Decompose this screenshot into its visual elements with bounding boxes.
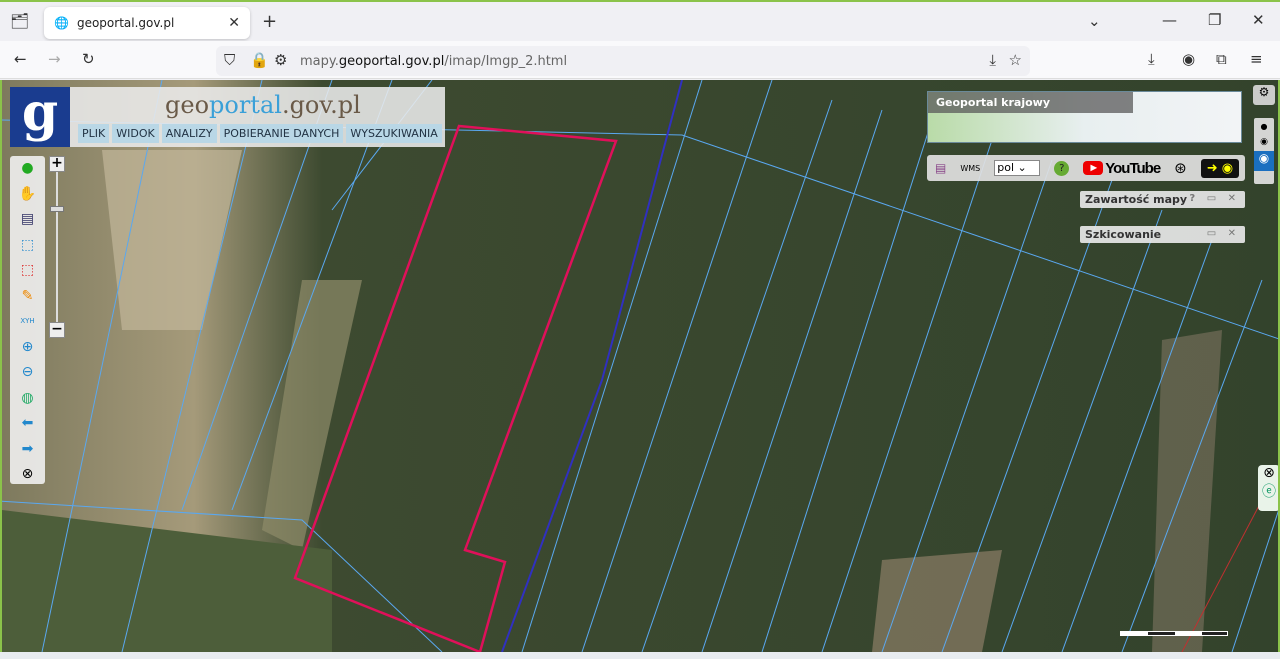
geoportal-header: g geoportal.gov.pl PLIK WIDOK ANALIZY PO… xyxy=(10,87,445,147)
tab-title: geoportal.gov.pl xyxy=(76,16,175,30)
url-domain: geoportal.gov.pl xyxy=(338,53,445,69)
zoom-out-icon[interactable]: ⊖ xyxy=(10,360,45,386)
menu-pobieranie-danych[interactable]: POBIERANIE DANYCH xyxy=(219,124,344,143)
top-toolbar: ▤ WMS pol ⌄ ? ▶ YouTube ⊛ ➜ ◉ xyxy=(927,155,1245,181)
close-circle-icon[interactable]: ⊗ xyxy=(1258,465,1278,481)
dot-icon[interactable]: ● xyxy=(1254,122,1274,131)
side-widget[interactable]: ⊗ ⓔ xyxy=(1258,465,1278,511)
url-prefix: mapy. xyxy=(300,53,339,69)
overview-map[interactable]: Geoportal krajowy xyxy=(927,91,1242,143)
url-bar[interactable]: ⛉ 🔒 ⚙ mapy. geoportal.gov.pl/imap/Imgp_2.… xyxy=(216,46,1030,76)
reload-icon[interactable]: ↻ xyxy=(82,50,95,68)
info-icon[interactable]: ● xyxy=(10,156,45,182)
overview-title: Geoportal krajowy xyxy=(928,92,1133,113)
map-view[interactable]: g geoportal.gov.pl PLIK WIDOK ANALIZY PO… xyxy=(0,80,1280,652)
panel-controls[interactable]: ▭ ✕ xyxy=(1207,228,1240,241)
pencil-icon[interactable]: ✎ xyxy=(10,284,45,310)
xyh-icon[interactable]: XYH xyxy=(10,309,45,335)
zoom-slider[interactable]: + − xyxy=(49,156,65,340)
settings-gear-icon[interactable]: ⚙ xyxy=(1253,85,1275,105)
e-icon[interactable]: ⓔ xyxy=(1258,481,1278,501)
downloads-icon[interactable]: ⤓ xyxy=(1148,50,1155,68)
compass-icon[interactable]: ⊗ xyxy=(10,462,45,488)
wms-icon[interactable]: WMS xyxy=(960,164,980,173)
youtube-label: YouTube xyxy=(1105,159,1161,177)
contrast-toggle[interactable]: ➜ ◉ xyxy=(1200,158,1240,178)
close-tab-icon[interactable]: ✕ xyxy=(228,15,240,31)
eye-small-icon[interactable]: ◉ xyxy=(1254,137,1274,147)
close-window-icon[interactable]: ✕ xyxy=(1252,11,1265,29)
extensions-icon[interactable]: ⧉ xyxy=(1216,50,1227,68)
menu-wyszukiwania[interactable]: WYSZUKIWANIA xyxy=(346,124,442,143)
panel-zawartosc-mapy[interactable]: Zawartość mapy? ▭ ✕ xyxy=(1080,191,1245,208)
scale-bar xyxy=(1120,631,1228,636)
panel-title: Zawartość mapy xyxy=(1085,193,1188,206)
main-menu: PLIK WIDOK ANALIZY POBIERANIE DANYCH WYS… xyxy=(78,124,442,143)
youtube-play-icon: ▶ xyxy=(1083,161,1104,175)
visibility-panel: ● ◉ ◉ xyxy=(1254,118,1274,184)
youtube-link[interactable]: ▶ YouTube xyxy=(1083,159,1161,177)
zoom-out-button[interactable]: − xyxy=(49,322,65,338)
back-arrow-icon[interactable]: ⬅ xyxy=(10,411,45,437)
site-name-part: geo xyxy=(165,91,210,119)
language-value: pol xyxy=(997,161,1015,174)
bookmark-star-icon[interactable]: ☆ xyxy=(1009,51,1022,69)
status-bar xyxy=(0,652,1280,659)
forward-arrow-icon[interactable]: ➡ xyxy=(10,437,45,463)
minimize-icon[interactable]: — xyxy=(1162,11,1177,29)
browser-tab[interactable]: 🌐 geoportal.gov.pl ✕ xyxy=(44,7,250,39)
panel-controls[interactable]: ? ▭ ✕ xyxy=(1189,193,1240,206)
site-name-part: .gov.pl xyxy=(281,91,361,119)
back-icon[interactable]: ← xyxy=(14,50,27,68)
menu-icon[interactable]: ≡ xyxy=(1250,50,1263,68)
zoom-handle[interactable] xyxy=(50,206,64,212)
help-icon[interactable]: ? xyxy=(1054,160,1070,176)
menu-plik[interactable]: PLIK xyxy=(78,124,110,143)
site-name-part: portal xyxy=(209,91,282,119)
shield-icon: ⛉ xyxy=(224,51,236,69)
pan-hand-icon[interactable]: ✋ xyxy=(10,182,45,208)
zoom-in-button[interactable]: + xyxy=(49,156,65,172)
forward-icon[interactable]: → xyxy=(48,50,61,68)
new-tab-icon[interactable]: + xyxy=(262,11,277,32)
url-path: /imap/Imgp_2.html xyxy=(444,53,568,69)
eye-icon[interactable]: ◉ xyxy=(1254,151,1274,171)
site-name: geoportal.gov.pl xyxy=(165,91,361,119)
panel-title: Szkicowanie xyxy=(1085,228,1162,241)
zoom-in-icon[interactable]: ⊕ xyxy=(10,335,45,361)
geoportal-logo: g xyxy=(10,87,70,147)
list-icon[interactable]: ▤ xyxy=(935,161,946,175)
restore-icon[interactable]: ❐ xyxy=(1208,11,1221,29)
navigation-bar: ← → ↻ ⛉ 🔒 ⚙ mapy. geoportal.gov.pl/imap/I… xyxy=(0,41,1280,79)
save-page-icon[interactable]: ⤓ xyxy=(989,51,996,69)
menu-widok[interactable]: WIDOK xyxy=(112,124,159,143)
menu-analizy[interactable]: ANALIZY xyxy=(161,124,217,143)
select-icon[interactable]: ⬚ xyxy=(10,233,45,259)
select-red-icon[interactable]: ⬚ xyxy=(10,258,45,284)
lock-icon: 🔒 xyxy=(250,51,269,69)
panel-szkicowanie[interactable]: Szkicowanie ▭ ✕ xyxy=(1080,226,1245,243)
browser-tab-bar: 🗂 🌐 geoportal.gov.pl ✕ + ⌄ — ❐ ✕ xyxy=(0,0,1280,41)
permissions-icon: ⚙ xyxy=(274,51,288,69)
zoom-track[interactable] xyxy=(56,172,58,322)
legend-icon[interactable]: ▤ xyxy=(10,207,45,233)
tool-panel: ● ✋ ▤ ⬚ ⬚ ✎ XYH ⊕ ⊖ ◍ ⬅ ➡ ⊗ xyxy=(10,156,45,484)
language-select[interactable]: pol ⌄ xyxy=(994,160,1041,176)
favicon-icon: 🌐 xyxy=(54,16,69,30)
tab-list-icon[interactable]: 🗂 xyxy=(10,12,29,30)
chevron-down-icon[interactable]: ⌄ xyxy=(1088,12,1101,30)
accessibility-icon[interactable]: ⊛ xyxy=(1174,159,1187,177)
globe-icon[interactable]: ◍ xyxy=(10,386,45,412)
account-icon[interactable]: ◉ xyxy=(1182,50,1195,68)
